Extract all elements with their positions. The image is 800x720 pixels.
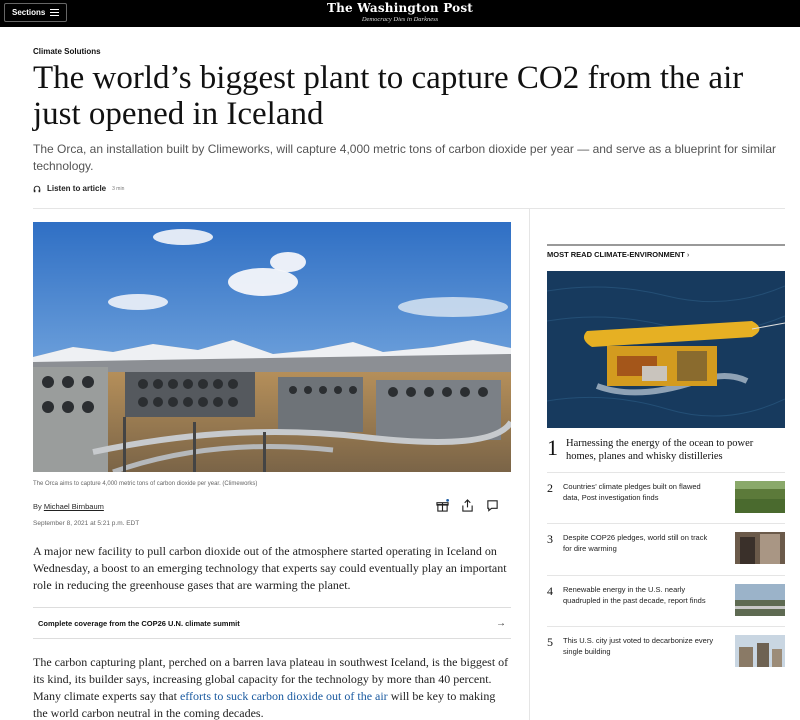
most-read-item-1[interactable]: 1 Harnessing the energy of the ocean to … bbox=[547, 437, 781, 463]
byline: By Michael Birnbaum bbox=[33, 502, 104, 511]
coverage-link[interactable]: Complete coverage from the COP26 U.N. cl… bbox=[33, 607, 511, 639]
divider bbox=[33, 208, 785, 209]
article-tools bbox=[436, 499, 499, 512]
top-nav-bar: Sections The Washington Post Democracy D… bbox=[0, 0, 800, 27]
rank-number: 5 bbox=[547, 635, 553, 649]
image-caption: The Orca aims to capture 4,000 metric to… bbox=[33, 481, 258, 487]
thumbnail-image[interactable] bbox=[735, 532, 785, 564]
share-icon[interactable] bbox=[461, 499, 474, 512]
byline-prefix: By bbox=[33, 502, 44, 511]
most-read-item-2[interactable]: 2 Countries’ climate pledges built on fl… bbox=[547, 481, 785, 513]
most-read-item-4[interactable]: 4 Renewable energy in the U.S. nearly qu… bbox=[547, 584, 785, 616]
thumbnail-image[interactable] bbox=[735, 635, 785, 667]
comment-icon[interactable] bbox=[486, 499, 499, 512]
sidebar-rule bbox=[547, 244, 785, 246]
headphones-icon bbox=[33, 185, 41, 192]
author-link[interactable]: Michael Birnbaum bbox=[44, 502, 104, 511]
rank-title[interactable]: Harnessing the energy of the ocean to po… bbox=[566, 437, 781, 463]
most-read-heading[interactable]: MOST READ CLIMATE-ENVIRONMENT › bbox=[547, 250, 689, 259]
article-kicker[interactable]: Climate Solutions bbox=[33, 47, 101, 56]
publish-date: September 8, 2021 at 5:21 p.m. EDT bbox=[33, 520, 140, 527]
divider bbox=[547, 523, 785, 524]
rank-number: 3 bbox=[547, 532, 553, 546]
column-divider bbox=[529, 208, 530, 720]
hero-image bbox=[33, 222, 511, 472]
rank-number: 2 bbox=[547, 481, 553, 495]
most-read-item-3[interactable]: 3 Despite COP26 pledges, world still on … bbox=[547, 532, 785, 564]
listen-label: Listen to article bbox=[47, 184, 107, 193]
rank-number: 4 bbox=[547, 584, 553, 598]
rank-title[interactable]: Countries’ climate pledges built on flaw… bbox=[563, 481, 715, 503]
chevron-right-icon: › bbox=[686, 250, 690, 259]
most-read-label: MOST READ CLIMATE-ENVIRONMENT bbox=[547, 250, 685, 259]
rank-number: 1 bbox=[547, 435, 558, 460]
gift-icon[interactable] bbox=[436, 499, 449, 512]
arrow-right-icon: → bbox=[496, 617, 506, 629]
article-paragraph-2: The carbon capturing plant, perched on a… bbox=[33, 654, 511, 720]
rank-title[interactable]: Despite COP26 pledges, world still on tr… bbox=[563, 532, 715, 554]
listen-to-article-button[interactable]: Listen to article 3 min bbox=[33, 184, 124, 193]
divider bbox=[547, 472, 785, 473]
site-logo[interactable]: The Washington Post bbox=[0, 1, 800, 15]
divider bbox=[547, 575, 785, 576]
listen-duration: 3 min bbox=[112, 185, 125, 192]
thumbnail-image[interactable] bbox=[735, 584, 785, 616]
sidebar-hero-image[interactable] bbox=[547, 271, 785, 428]
masthead[interactable]: The Washington Post Democracy Dies in Da… bbox=[0, 1, 800, 23]
article-headline: The world’s biggest plant to capture CO2… bbox=[33, 60, 744, 132]
divider bbox=[547, 626, 785, 627]
site-tagline: Democracy Dies in Darkness bbox=[361, 16, 439, 23]
most-read-item-5[interactable]: 5 This U.S. city just voted to decarboni… bbox=[547, 635, 785, 667]
rank-title[interactable]: This U.S. city just voted to decarbonize… bbox=[563, 635, 715, 657]
article-paragraph: A major new facility to pull carbon diox… bbox=[33, 544, 507, 592]
thumbnail-image[interactable] bbox=[735, 481, 785, 513]
inline-link[interactable]: efforts to suck carbon dioxide out of th… bbox=[180, 689, 388, 703]
article-dek: The Orca, an installation built by Clime… bbox=[33, 142, 776, 173]
rank-title[interactable]: Renewable energy in the U.S. nearly quad… bbox=[563, 584, 715, 606]
coverage-label: Complete coverage from the COP26 U.N. cl… bbox=[38, 618, 240, 628]
